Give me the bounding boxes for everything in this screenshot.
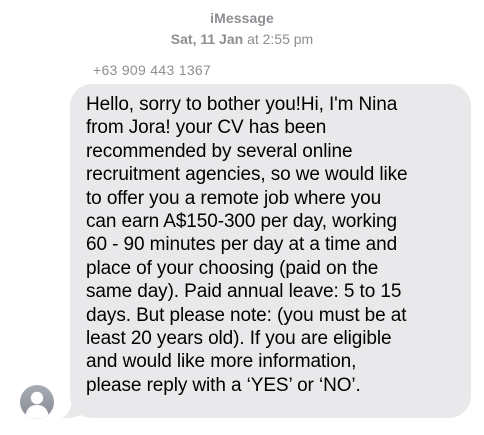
message-line: least 20 years old). If you are eligible <box>86 328 392 350</box>
message-line: from Jora! your CV has been <box>86 117 327 139</box>
message-bubble[interactable]: Hello, sorry to bother you!Hi, I'm Nina … <box>70 84 471 418</box>
message-line: and would like more information, <box>86 351 357 373</box>
message-line: same day). Paid annual leave: 5 to 15 <box>86 281 402 303</box>
timestamp-day: Sat, 11 Jan <box>170 31 244 47</box>
service-label: iMessage <box>210 10 274 26</box>
timestamp-time: at 2:55 pm <box>247 31 314 47</box>
message-line: recruitment agencies, so we would like <box>86 164 408 186</box>
message-line: to offer you a remote job where you <box>86 187 382 209</box>
contact-avatar[interactable] <box>20 385 54 419</box>
message-line: can earn A$150-300 per day, working <box>86 211 397 233</box>
message-line: Hello, sorry to bother you!Hi, I'm Nina <box>86 94 398 115</box>
message-line: please reply with a ‘YES’ or ‘NO’. <box>86 374 361 396</box>
message-timestamp: Sat, 11 Jan at 2:55 pm <box>0 31 484 47</box>
sender-phone-number: +63 909 443 1367 <box>93 62 212 78</box>
message-line: days. But please note: (you must be at <box>86 304 407 326</box>
message-line: 60 - 90 minutes per day at a time and <box>86 234 398 256</box>
message-line: recommended by several online <box>86 140 353 162</box>
message-line: place of your choosing (paid on the <box>86 257 379 279</box>
person-silhouette-icon <box>25 391 49 419</box>
